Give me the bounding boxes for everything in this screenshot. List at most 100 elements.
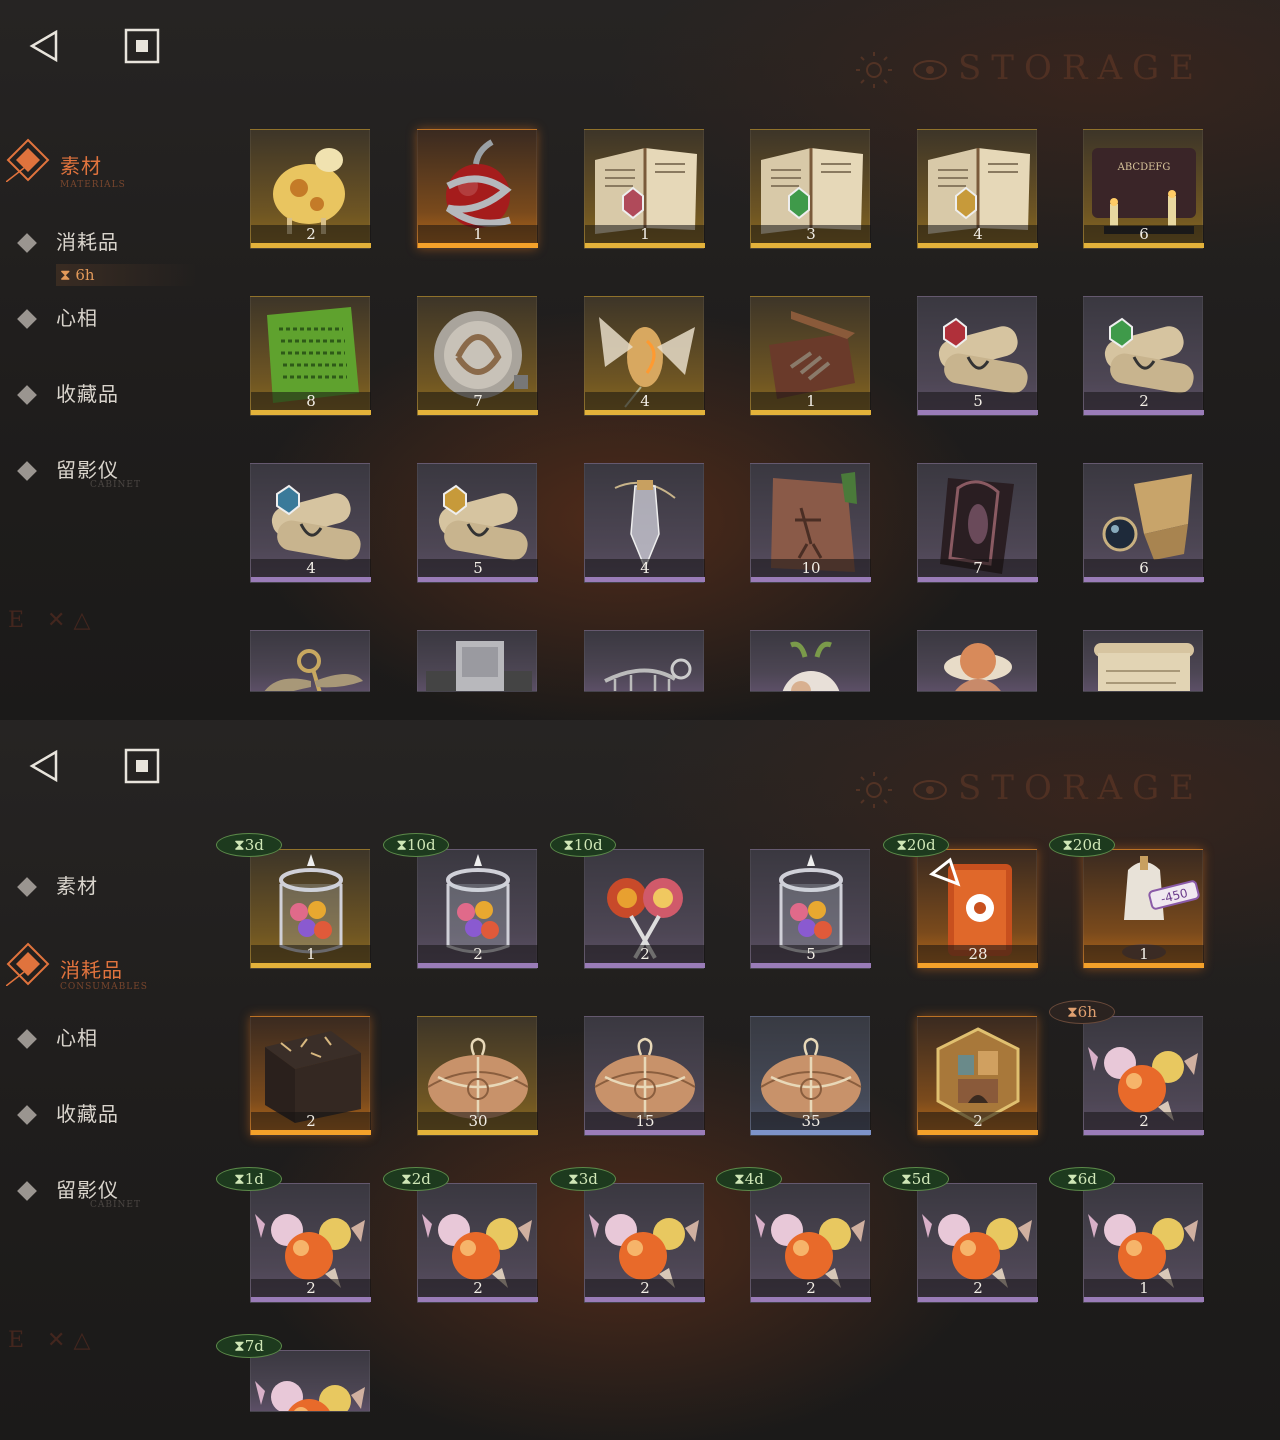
storage-panel-consumables: STORAGE 素材 消耗品 CONSUMABLES 心相 收藏品 留影仪 CA…: [0, 720, 1280, 1440]
expiry-text: 20d: [906, 836, 936, 854]
home-button[interactable]: [124, 748, 160, 784]
item-slot-candy-jar[interactable]: 2: [417, 849, 538, 969]
item-slot-skeleton[interactable]: [584, 630, 704, 692]
item-slot-book-red-gem[interactable]: 1: [584, 129, 705, 249]
item-slot-yellow-sheep[interactable]: 2: [250, 129, 371, 249]
rarity-line: [918, 1297, 1038, 1302]
item-count: 1: [640, 225, 650, 243]
hourglass-icon: ⧗: [1062, 836, 1073, 854]
item-slot-green-tablet[interactable]: 8: [250, 296, 371, 416]
item-count: 2: [306, 1279, 316, 1297]
item-count: 1: [473, 225, 483, 243]
hourglass-icon: ⧗: [234, 1337, 245, 1355]
item-slot-paper-parcel[interactable]: 35: [750, 1016, 871, 1136]
item-slot-fluffy-creature[interactable]: [750, 630, 870, 692]
skeleton-icon: [604, 658, 692, 691]
item-slot-scroll-green-gem[interactable]: 2: [1083, 296, 1204, 416]
item-slot-paper-parcel[interactable]: 30: [417, 1016, 538, 1136]
item-slot-crystal-pendulum[interactable]: 4: [584, 463, 705, 583]
item-slot-wrapped-candies[interactable]: 2: [917, 1183, 1038, 1303]
item-slot-mask-with-hat[interactable]: [917, 630, 1037, 692]
item-slot-wrapped-candies[interactable]: [250, 1350, 370, 1412]
active-diamond-icon: [6, 942, 50, 986]
nav-materials[interactable]: 素材 MATERIALS: [0, 136, 230, 192]
item-slot-silver-medallion[interactable]: 7: [417, 296, 538, 416]
nav-projector[interactable]: 留影仪 CABINET: [0, 1174, 230, 1230]
rarity-line: [1084, 410, 1204, 415]
back-triangle-icon: [29, 749, 58, 783]
rarity-line: [251, 243, 371, 248]
item-slot-winged-key[interactable]: [250, 630, 370, 692]
nav-persona[interactable]: 心相: [0, 302, 230, 358]
item-count: 5: [473, 559, 483, 577]
nav-collectibles[interactable]: 收藏品: [0, 378, 230, 434]
home-button[interactable]: [124, 28, 160, 64]
item-slot-wrapped-candies[interactable]: 2: [750, 1183, 871, 1303]
hourglass-icon: ⧗: [734, 1170, 745, 1188]
nav-projector[interactable]: 留影仪 CABINET: [0, 454, 230, 510]
item-count: 2: [473, 1279, 483, 1297]
back-button[interactable]: [26, 28, 62, 64]
item-slot-hand-in-box[interactable]: 1: [750, 296, 871, 416]
item-slot-book-green-gem[interactable]: 3: [750, 129, 871, 249]
hourglass-icon: ⧗: [234, 1170, 245, 1188]
nav-persona[interactable]: 心相: [0, 1022, 230, 1078]
nav-materials[interactable]: 素材: [0, 870, 230, 926]
item-slot-stone-carving[interactable]: 10: [750, 463, 871, 583]
item-slot-apple-with-snake[interactable]: 1: [417, 129, 538, 249]
item-count: 4: [973, 225, 983, 243]
item-count: 28: [968, 945, 988, 963]
item-count: 7: [973, 559, 983, 577]
rarity-line: [751, 963, 871, 968]
item-slot-paper-scroll[interactable]: [1083, 630, 1203, 692]
item-slot-scroll-gold-gem[interactable]: 5: [417, 463, 538, 583]
diamond-icon: [17, 1105, 37, 1125]
item-slot-orange-book[interactable]: 28: [917, 849, 1038, 969]
item-slot-mannequin-ticket[interactable]: -450 1: [1083, 849, 1204, 969]
item-count: 10: [801, 559, 821, 577]
item-slot-paper-parcel[interactable]: 15: [584, 1016, 705, 1136]
item-slot-hex-puzzle[interactable]: 2: [917, 1016, 1038, 1136]
item-count: 7: [473, 392, 483, 410]
nav-label: 消耗品: [56, 230, 119, 254]
item-slot-scroll-red-gem[interactable]: 5: [917, 296, 1038, 416]
expiry-badge: ⧗3d: [550, 1167, 616, 1191]
item-slot-lollipops[interactable]: 2: [584, 849, 705, 969]
item-slot-moth-bulb[interactable]: 4: [584, 296, 705, 416]
item-slot-scroll-blue-gem[interactable]: 4: [250, 463, 371, 583]
item-slot-wrapped-candies[interactable]: 2: [417, 1183, 538, 1303]
item-slot-brass-orb-device[interactable]: 6: [1083, 463, 1204, 583]
hourglass-icon: ⧗: [563, 836, 574, 854]
rarity-line: [418, 1130, 538, 1135]
item-slot-candy-jar[interactable]: 1: [250, 849, 371, 969]
item-slot-wrapped-candies[interactable]: 2: [1083, 1016, 1204, 1136]
item-slot-silver-bar[interactable]: [417, 630, 537, 692]
deco-glyphs: E ✕△: [8, 1328, 99, 1353]
hourglass-icon: ⧗: [901, 1170, 912, 1188]
nav-collectibles[interactable]: 收藏品: [0, 1098, 230, 1154]
item-slot-wrapped-candies[interactable]: 2: [250, 1183, 371, 1303]
diamond-icon: [17, 309, 37, 329]
item-slot-candy-jar[interactable]: 5: [750, 849, 871, 969]
rarity-line: [251, 1297, 371, 1302]
hourglass-icon: ⧗: [1067, 1003, 1078, 1021]
back-button[interactable]: [26, 748, 62, 784]
item-slot-book-gold-gem[interactable]: 4: [917, 129, 1038, 249]
hourglass-icon: ⧗: [1067, 1170, 1078, 1188]
item-slot-ouija-board[interactable]: ABCDEFG 6: [1083, 129, 1204, 249]
item-count: 2: [473, 945, 483, 963]
rarity-line: [418, 963, 538, 968]
item-slot-wrapped-candies[interactable]: 1: [1083, 1183, 1204, 1303]
nav-consumables[interactable]: 消耗品 CONSUMABLES: [0, 940, 230, 996]
rarity-line: [1084, 243, 1204, 248]
nav-sublabel: CONSUMABLES: [60, 982, 148, 992]
rarity-line: [585, 1130, 705, 1135]
diamond-icon: [17, 1029, 37, 1049]
item-slot-rune-box[interactable]: 2: [250, 1016, 371, 1136]
item-slot-gothic-frame[interactable]: 7: [917, 463, 1038, 583]
item-slot-wrapped-candies[interactable]: 2: [584, 1183, 705, 1303]
rarity-line: [918, 243, 1038, 248]
nav-label: 心相: [56, 306, 98, 330]
silver-bar-icon: [426, 641, 532, 691]
item-count: 2: [306, 225, 316, 243]
